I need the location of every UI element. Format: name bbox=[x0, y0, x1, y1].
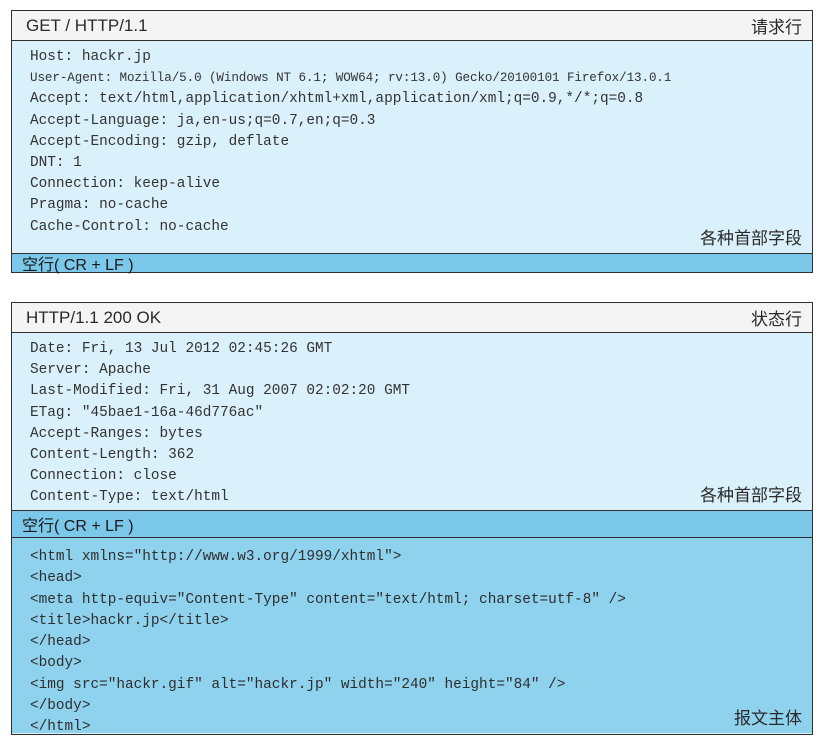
request-blank-line: 空行( CR + LF ) bbox=[12, 253, 812, 274]
header-line: Connection: close bbox=[30, 468, 177, 485]
request-line: GET / HTTP/1.1 bbox=[26, 15, 148, 35]
header-line: Connection: keep-alive bbox=[30, 176, 220, 193]
body-line: <html xmlns="http://www.w3.org/1999/xhtm… bbox=[30, 549, 402, 565]
response-blank-line: 空行( CR + LF ) bbox=[12, 510, 812, 538]
response-headers: Date: Fri, 13 Jul 2012 02:45:26 GMT Serv… bbox=[12, 333, 812, 510]
body-line: </head> bbox=[30, 634, 91, 651]
request-line-label: 请求行 bbox=[751, 18, 802, 37]
header-line: ETag: "45bae1-16a-46d776ac" bbox=[30, 404, 264, 421]
response-body: <html xmlns="http://www.w3.org/1999/xhtm… bbox=[12, 538, 812, 735]
body-line: <title>hackr.jp</title> bbox=[30, 612, 229, 629]
header-line: User-Agent: Mozilla/5.0 (Windows NT 6.1;… bbox=[30, 71, 672, 86]
body-line: <meta http-equiv="Content-Type" content=… bbox=[30, 591, 626, 608]
header-line: Server: Apache bbox=[30, 362, 151, 379]
status-line-row: HTTP/1.1 200 OK 状态行 bbox=[12, 303, 812, 333]
body-line: <head> bbox=[30, 570, 82, 587]
header-line: Accept-Language: ja,en-us;q=0.7,en;q=0.3 bbox=[30, 112, 376, 129]
header-line: Accept: text/html,application/xhtml+xml,… bbox=[30, 91, 644, 108]
header-line: Date: Fri, 13 Jul 2012 02:45:26 GMT bbox=[30, 341, 333, 357]
http-response-message: HTTP/1.1 200 OK 状态行 Date: Fri, 13 Jul 20… bbox=[11, 302, 813, 735]
header-line: Content-Length: 362 bbox=[30, 447, 195, 464]
status-line: HTTP/1.1 200 OK bbox=[26, 307, 162, 327]
status-line-label: 状态行 bbox=[751, 310, 802, 329]
header-line: Last-Modified: Fri, 31 Aug 2007 02:02:20… bbox=[30, 383, 410, 400]
body-line: <img src="hackr.gif" alt="hackr.jp" widt… bbox=[30, 676, 566, 693]
body-line: </html> bbox=[30, 719, 91, 736]
header-line: Content-Type: text/html bbox=[30, 489, 229, 506]
header-line: DNT: 1 bbox=[30, 155, 82, 172]
response-headers-label: 各种首部字段 bbox=[700, 485, 802, 505]
header-line: Accept-Ranges: bytes bbox=[30, 425, 203, 442]
http-request-message: GET / HTTP/1.1 请求行 Host: hackr.jp User-A… bbox=[11, 10, 813, 274]
body-line: <body> bbox=[30, 655, 82, 672]
header-line: Pragma: no-cache bbox=[30, 197, 169, 214]
header-line: Cache-Control: no-cache bbox=[30, 218, 229, 235]
header-line: Host: hackr.jp bbox=[30, 49, 151, 65]
body-line: </body> bbox=[30, 698, 91, 715]
request-headers: Host: hackr.jp User-Agent: Mozilla/5.0 (… bbox=[12, 41, 812, 253]
request-headers-label: 各种首部字段 bbox=[700, 228, 802, 248]
header-line: Accept-Encoding: gzip, deflate bbox=[30, 133, 290, 150]
response-body-label: 报文主体 bbox=[734, 708, 802, 728]
request-line-row: GET / HTTP/1.1 请求行 bbox=[12, 11, 812, 41]
